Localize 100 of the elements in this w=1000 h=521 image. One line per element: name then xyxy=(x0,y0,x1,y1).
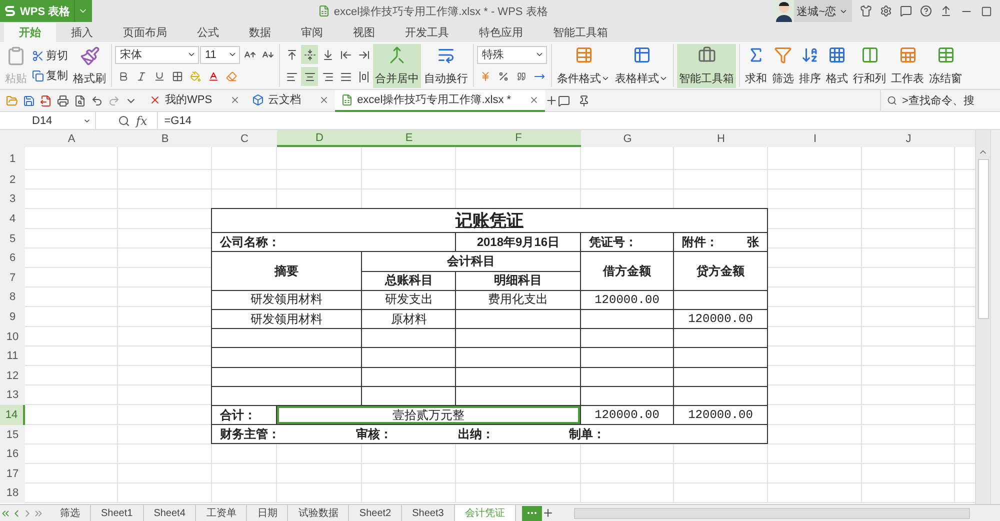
close-icon[interactable] xyxy=(319,94,330,104)
horizontal-scrollbar[interactable] xyxy=(574,508,970,518)
ribbon-tab[interactable]: 公式 xyxy=(182,23,234,42)
align-middle-button[interactable] xyxy=(301,45,318,64)
sheet-tab[interactable]: 日期 xyxy=(247,505,288,521)
row-header[interactable]: 4 xyxy=(0,209,25,229)
ribbon-tab[interactable]: 特色应用 xyxy=(464,23,538,42)
merge-center-button[interactable]: 合并居中 xyxy=(373,44,421,88)
align-center-button[interactable] xyxy=(301,67,318,86)
ribbon-tab[interactable]: 数据 xyxy=(234,23,286,42)
table-cell: 研发支出 xyxy=(362,290,456,309)
close-icon[interactable] xyxy=(230,94,240,104)
pin-icon[interactable] xyxy=(578,94,590,106)
row-header[interactable]: 18 xyxy=(0,484,25,504)
toolbar-button[interactable]: 排序 xyxy=(797,44,823,88)
add-tab-icon[interactable] xyxy=(545,94,558,107)
document-tab[interactable]: 云文档 xyxy=(246,90,336,112)
column-header[interactable]: B xyxy=(118,130,212,147)
ribbon-tab[interactable]: 页面布局 xyxy=(108,23,182,42)
first-sheet-icon[interactable] xyxy=(0,508,11,518)
row-header[interactable]: 6 xyxy=(0,248,25,268)
wrap-text-button[interactable]: 自动换行 xyxy=(422,44,470,88)
row-header[interactable]: 7 xyxy=(0,268,25,288)
sheet-tab[interactable]: 试验数据 xyxy=(288,505,350,521)
row-header[interactable]: 3 xyxy=(0,190,25,210)
ribbon-tab[interactable]: 智能工具箱 xyxy=(538,23,623,42)
row-header[interactable]: 2 xyxy=(0,170,25,190)
table-cell[interactable]: 壹拾贰万元整 xyxy=(277,406,580,424)
column-header[interactable]: I xyxy=(768,130,862,147)
font-size-field[interactable]: 11 xyxy=(200,46,240,64)
format-painter-button[interactable]: 格式刷 xyxy=(71,44,108,88)
ribbon-tab[interactable]: 审阅 xyxy=(286,23,338,42)
preview-icon[interactable] xyxy=(74,94,86,106)
label-cell: 公司名称： xyxy=(212,233,456,252)
row-header[interactable]: 13 xyxy=(0,386,25,406)
zoom-icon[interactable] xyxy=(118,114,130,126)
sheet-tab[interactable]: 筛选 xyxy=(50,505,91,521)
styles-button[interactable]: 表格样式 xyxy=(613,44,670,88)
ribbon-tab[interactable]: 插入 xyxy=(56,23,108,42)
toolbar-button[interactable]: 求和 xyxy=(743,44,769,88)
export-icon[interactable] xyxy=(40,94,52,106)
print-icon[interactable] xyxy=(57,94,69,106)
row-header[interactable]: 14 xyxy=(0,405,25,425)
row-header[interactable]: 12 xyxy=(0,366,25,386)
chat-icon[interactable] xyxy=(558,94,570,106)
copy-button[interactable]: 复制 xyxy=(30,67,70,84)
toolbar-button[interactable]: 冻结窗 xyxy=(927,44,964,88)
toolbar-button[interactable]: 筛选 xyxy=(770,44,796,88)
save-icon[interactable] xyxy=(23,94,35,106)
sheet-tab[interactable]: Sheet4 xyxy=(144,505,196,521)
toolbox-button[interactable]: 智能工具箱 xyxy=(677,44,736,88)
ribbon-tab[interactable]: 视图 xyxy=(338,23,390,42)
row-header[interactable]: 11 xyxy=(0,346,25,366)
add-sheet-icon[interactable] xyxy=(542,507,554,519)
row-header[interactable]: 17 xyxy=(0,464,25,484)
number-format-field[interactable]: 特殊 xyxy=(477,46,547,64)
scroll-thumb[interactable] xyxy=(978,159,988,319)
settings-icon[interactable] xyxy=(880,5,892,17)
column-header[interactable]: J xyxy=(862,130,955,147)
document-tab[interactable]: excel操作技巧专用工作簿.xlsx * xyxy=(335,90,546,112)
message-icon[interactable] xyxy=(900,5,912,17)
more-button[interactable] xyxy=(522,506,542,520)
font-name-field[interactable]: 宋体 xyxy=(115,46,199,64)
shirt-icon[interactable] xyxy=(860,5,872,17)
row-header[interactable]: 5 xyxy=(0,228,25,248)
row-header[interactable]: 16 xyxy=(0,444,25,464)
label-cell: 附件： 张 xyxy=(674,233,767,252)
close-icon[interactable] xyxy=(529,94,540,104)
column-header[interactable]: C xyxy=(212,130,277,147)
column-header[interactable]: H xyxy=(674,130,768,147)
column-header[interactable]: G xyxy=(581,130,674,147)
column-header[interactable]: D xyxy=(277,130,362,147)
document-tab[interactable]: 我的WPS xyxy=(143,90,246,112)
sheet-tab[interactable]: Sheet2 xyxy=(349,505,402,521)
undo-icon[interactable] xyxy=(91,94,103,106)
user-menu[interactable]: 迷城~恋 xyxy=(774,0,852,22)
column-header[interactable]: F xyxy=(456,130,581,147)
align-right-icon xyxy=(322,70,334,82)
upload-icon[interactable] xyxy=(940,5,952,17)
toolbar-button[interactable]: 工作表 xyxy=(889,44,926,88)
vertical-scrollbar[interactable] xyxy=(975,130,990,504)
row-header[interactable]: 8 xyxy=(0,288,25,308)
row-header[interactable]: 9 xyxy=(0,307,25,327)
sheet-tab[interactable]: 工资单 xyxy=(196,505,248,521)
row-header[interactable]: 10 xyxy=(0,326,25,346)
toolbar-button[interactable]: 格式 xyxy=(824,44,850,88)
column-header[interactable]: E xyxy=(362,130,456,147)
table-icon xyxy=(574,46,592,64)
row-header[interactable]: 1 xyxy=(0,147,25,170)
help-icon[interactable] xyxy=(920,5,932,17)
toolbar-button[interactable]: 行和列 xyxy=(851,44,888,88)
paint-bucket-icon xyxy=(190,71,201,82)
maximize-icon[interactable] xyxy=(981,6,992,16)
sheet-tab[interactable]: Sheet1 xyxy=(91,505,144,521)
column-header[interactable]: A xyxy=(25,130,118,147)
row-header[interactable]: 15 xyxy=(0,424,25,444)
styles-button[interactable]: 条件格式 xyxy=(555,44,612,88)
command-search-field[interactable]: >查找命令、搜 xyxy=(900,94,1000,108)
ribbon-tab[interactable]: 开发工具 xyxy=(390,23,464,42)
cut-button[interactable]: 剪切 xyxy=(30,47,70,64)
